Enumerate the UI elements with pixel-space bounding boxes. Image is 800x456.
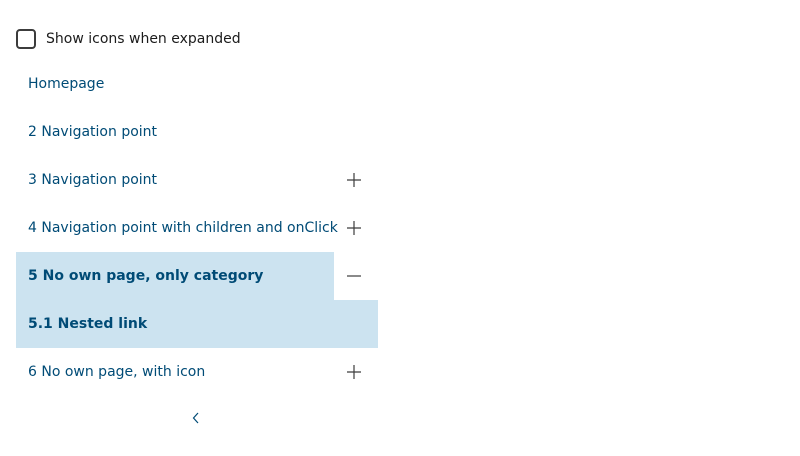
show-icons-label[interactable]: Show icons when expanded bbox=[46, 31, 241, 47]
nav-item-label[interactable]: 4 Navigation point with children and onC… bbox=[28, 220, 338, 236]
nav-item-label[interactable]: 5 No own page, only category bbox=[28, 268, 263, 284]
nav-item-6-with-icon[interactable]: 6 No own page, with icon bbox=[16, 348, 378, 396]
show-icons-checkbox[interactable] bbox=[16, 29, 36, 49]
nav-item-5-1-nested-link[interactable]: 5.1 Nested link bbox=[16, 300, 378, 348]
nav-item-label[interactable]: 5.1 Nested link bbox=[28, 316, 147, 332]
nav-item-homepage[interactable]: Homepage bbox=[16, 60, 378, 108]
minus-icon bbox=[347, 275, 361, 277]
nav-item-label[interactable]: Homepage bbox=[28, 76, 104, 92]
plus-icon bbox=[347, 221, 361, 235]
expand-toggle-button[interactable] bbox=[342, 156, 366, 204]
nav-item-label[interactable]: 3 Navigation point bbox=[28, 172, 157, 188]
nav-item-4-navigation-point[interactable]: 4 Navigation point with children and onC… bbox=[16, 204, 378, 252]
chevron-left-icon bbox=[192, 412, 199, 424]
plus-icon bbox=[347, 365, 361, 379]
nav-item-5-category[interactable]: 5 No own page, only category bbox=[16, 252, 378, 300]
side-navigation: Homepage 2 Navigation point 3 Navigation… bbox=[16, 60, 378, 396]
collapse-toggle-button[interactable] bbox=[342, 252, 366, 300]
expand-toggle-button[interactable] bbox=[342, 204, 366, 252]
show-icons-checkbox-row[interactable]: Show icons when expanded bbox=[16, 27, 241, 51]
page: Show icons when expanded Homepage 2 Navi… bbox=[0, 0, 800, 456]
expand-toggle-button[interactable] bbox=[342, 348, 366, 396]
nav-item-label[interactable]: 2 Navigation point bbox=[28, 124, 157, 140]
plus-icon bbox=[347, 173, 361, 187]
collapse-sidebar-button[interactable] bbox=[186, 406, 206, 430]
nav-item-label[interactable]: 6 No own page, with icon bbox=[28, 364, 205, 380]
nav-item-3-navigation-point[interactable]: 3 Navigation point bbox=[16, 156, 378, 204]
nav-item-2-navigation-point[interactable]: 2 Navigation point bbox=[16, 108, 378, 156]
